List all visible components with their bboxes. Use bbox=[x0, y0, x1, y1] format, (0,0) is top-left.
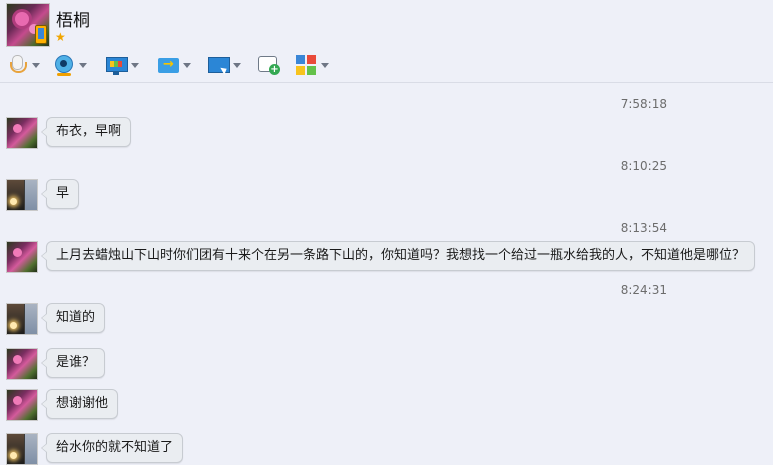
star-icon[interactable]: ★ bbox=[55, 30, 66, 44]
chevron-down-icon[interactable] bbox=[131, 62, 139, 68]
new-message-icon bbox=[257, 54, 280, 76]
apps-grid-icon bbox=[295, 54, 317, 76]
contact-name[interactable]: 梧桐 bbox=[56, 6, 90, 31]
webcam-icon bbox=[53, 54, 75, 76]
send-file-icon bbox=[157, 54, 179, 76]
avatar[interactable] bbox=[6, 348, 38, 380]
avatar[interactable] bbox=[6, 117, 38, 149]
timestamp: 7:58:18 bbox=[620, 97, 667, 111]
message-bubble: 是谁？ bbox=[40, 348, 106, 378]
remote-assist-icon bbox=[207, 54, 230, 76]
message-bubble: 早 bbox=[40, 179, 80, 209]
microphone-icon bbox=[6, 54, 28, 76]
chevron-down-icon[interactable] bbox=[32, 62, 40, 68]
apps-button[interactable] bbox=[295, 52, 329, 78]
timestamp: 8:10:25 bbox=[620, 159, 667, 173]
avatar[interactable] bbox=[6, 179, 38, 211]
message-bubble: 上月去蜡烛山下山时你们团有十来个在另一条路下山的，你知道吗？我想找一个给过一瓶水… bbox=[40, 241, 756, 271]
message-bubble: 知道的 bbox=[40, 303, 106, 333]
screen-share-icon bbox=[105, 54, 128, 76]
avatar[interactable] bbox=[6, 303, 38, 335]
message-bubble: 给水你的就不知道了 bbox=[40, 433, 184, 463]
timestamp: 8:13:54 bbox=[620, 221, 667, 235]
avatar[interactable] bbox=[6, 241, 38, 273]
avatar[interactable] bbox=[6, 389, 38, 421]
remote-assist-button[interactable] bbox=[207, 52, 241, 78]
send-file-button[interactable] bbox=[157, 52, 191, 78]
chevron-down-icon[interactable] bbox=[321, 62, 329, 68]
message-history[interactable]: 7:58:18 布衣，早啊 8:10:25 早 8:13:54 上月去蜡烛山下山… bbox=[0, 83, 773, 465]
chevron-down-icon[interactable] bbox=[79, 62, 87, 68]
voice-call-button[interactable] bbox=[6, 52, 40, 78]
chevron-down-icon[interactable] bbox=[233, 62, 241, 68]
timestamp: 8:24:31 bbox=[620, 283, 667, 297]
chevron-down-icon[interactable] bbox=[183, 62, 191, 68]
message-bubble: 布衣，早啊 bbox=[40, 117, 132, 147]
screen-share-button[interactable] bbox=[105, 52, 139, 78]
contact-avatar[interactable] bbox=[6, 3, 50, 47]
message-bubble: 想谢谢他 bbox=[40, 389, 119, 419]
video-call-button[interactable] bbox=[53, 52, 87, 78]
mobile-phone-icon bbox=[35, 25, 47, 44]
chat-header: 梧桐 ★ bbox=[0, 0, 773, 83]
new-message-button[interactable] bbox=[257, 52, 280, 78]
avatar[interactable] bbox=[6, 433, 38, 465]
